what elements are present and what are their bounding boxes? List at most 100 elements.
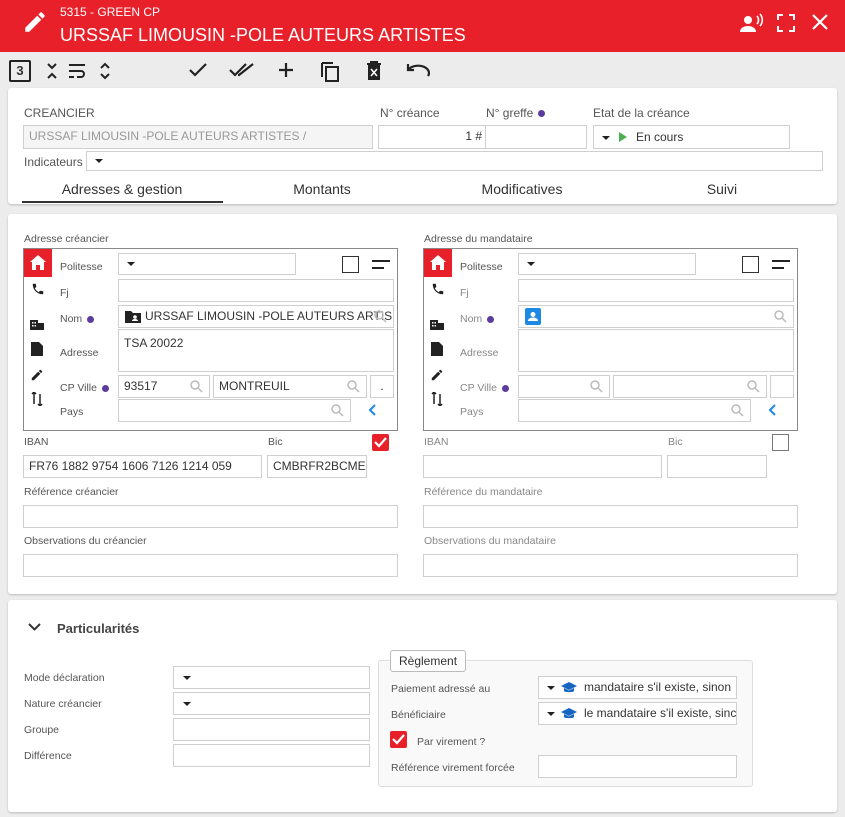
building-icon[interactable]	[430, 317, 444, 330]
bic-field[interactable]	[667, 455, 767, 478]
menu-icon[interactable]	[372, 260, 390, 270]
wrap-text-icon[interactable]	[68, 63, 90, 79]
chevron-down-icon[interactable]	[28, 623, 41, 632]
ref-virement-field[interactable]	[538, 755, 737, 778]
pays-field[interactable]	[118, 399, 351, 422]
check-icon[interactable]	[188, 62, 208, 78]
creancier-field[interactable]: URSSAF LIMOUSIN -POLE AUTEURS ARTISTES /	[23, 125, 373, 149]
checkbox-checked[interactable]	[372, 434, 389, 451]
nom-field[interactable]	[518, 305, 794, 328]
groupe-field[interactable]	[173, 718, 370, 741]
cp-field[interactable]	[518, 375, 610, 398]
cp-field[interactable]: 93517	[118, 375, 210, 398]
search-icon[interactable]	[774, 310, 787, 323]
fullscreen-icon[interactable]	[777, 14, 795, 32]
nom-field[interactable]: URSSAF LIMOUSIN -POLE AUTEURS ARTIS	[118, 305, 394, 328]
user-voice-icon[interactable]	[740, 12, 764, 34]
search-icon[interactable]	[331, 404, 344, 417]
document-icon[interactable]	[431, 342, 443, 356]
nom-label: Nom	[60, 313, 95, 325]
virement-checkbox[interactable]	[390, 731, 407, 748]
paiement-select[interactable]: mandataire s'il existe, sinon	[538, 676, 737, 699]
copy-icon[interactable]	[319, 60, 341, 82]
search-icon[interactable]	[731, 404, 744, 417]
creancier-card: CREANCIER URSSAF LIMOUSIN -POLE AUTEURS …	[8, 88, 837, 204]
num-creance-field[interactable]: 1 #	[378, 125, 488, 149]
adresse-field[interactable]: TSA 20022	[118, 329, 394, 372]
menu-icon[interactable]	[772, 260, 790, 270]
contact-card-icon[interactable]	[525, 308, 541, 325]
search-icon[interactable]	[190, 380, 203, 393]
politesse-select[interactable]	[118, 253, 296, 275]
search-icon[interactable]	[374, 310, 387, 323]
home-tab[interactable]	[424, 249, 452, 277]
add-icon[interactable]	[278, 62, 294, 78]
obs-creancier-field[interactable]	[23, 554, 398, 577]
cedex-field[interactable]	[770, 375, 794, 398]
collapse-all-icon[interactable]	[45, 62, 59, 80]
home-tab[interactable]	[24, 249, 52, 277]
ref-mandataire-field[interactable]	[423, 505, 798, 528]
sort-icon[interactable]	[431, 392, 443, 406]
checkbox[interactable]	[742, 256, 759, 273]
sort-icon[interactable]	[31, 392, 43, 406]
phone-icon[interactable]	[31, 282, 45, 296]
adresse-mandataire-title: Adresse du mandataire	[424, 233, 533, 245]
page-count-button[interactable]: 3	[9, 60, 31, 82]
bic-field[interactable]: CMBRFR2BCME	[267, 455, 367, 478]
edit-icon[interactable]	[22, 9, 48, 35]
nature-creancier-select[interactable]	[173, 692, 370, 715]
chevron-down-icon	[183, 702, 191, 706]
help-icon[interactable]	[101, 384, 109, 392]
tab-modificatives[interactable]: Modificatives	[422, 181, 622, 197]
indicateurs-label: Indicateurs	[24, 155, 83, 169]
delete-icon[interactable]	[365, 60, 383, 82]
help-icon[interactable]	[87, 315, 95, 323]
ref-creancier-field[interactable]	[23, 505, 398, 528]
tab-suivi[interactable]: Suivi	[622, 181, 822, 197]
obs-mandataire-field[interactable]	[423, 554, 798, 577]
difference-field[interactable]	[173, 744, 370, 767]
document-icon[interactable]	[31, 342, 43, 356]
checkbox[interactable]	[772, 434, 789, 451]
iban-field[interactable]: FR76 1882 9754 1606 7126 1214 059	[23, 455, 262, 478]
tab-adresses-gestion[interactable]: Adresses & gestion	[22, 181, 222, 197]
double-check-icon[interactable]	[229, 62, 255, 78]
pencil-icon[interactable]	[430, 368, 444, 382]
chevron-left-icon[interactable]	[368, 404, 376, 416]
beneficiaire-select[interactable]: le mandataire s'il existe, sinc	[538, 702, 737, 725]
etat-select[interactable]: En cours	[593, 125, 790, 149]
mode-declaration-select[interactable]	[173, 666, 370, 689]
phone-icon[interactable]	[431, 282, 445, 296]
fj-field[interactable]	[518, 279, 794, 302]
ville-field[interactable]: MONTREUIL	[213, 375, 367, 398]
fj-label: Fj	[60, 287, 69, 299]
politesse-select[interactable]	[518, 253, 696, 275]
iban-field[interactable]	[423, 455, 662, 478]
chevron-left-icon[interactable]	[768, 404, 776, 416]
bic-label: Bic	[668, 436, 683, 448]
search-icon[interactable]	[347, 380, 360, 393]
search-icon[interactable]	[747, 380, 760, 393]
help-icon[interactable]	[501, 384, 509, 392]
help-icon[interactable]	[487, 315, 495, 323]
ville-field[interactable]	[613, 375, 767, 398]
close-icon[interactable]	[812, 14, 828, 30]
adresse-field[interactable]	[518, 329, 794, 372]
num-creance-label: N° créance	[380, 106, 440, 120]
building-icon[interactable]	[30, 317, 44, 330]
undo-icon[interactable]	[406, 62, 430, 78]
search-icon[interactable]	[590, 380, 603, 393]
cp-value: 93517	[124, 379, 158, 393]
particularites-title[interactable]: Particularités	[57, 621, 139, 636]
pays-field[interactable]	[518, 399, 751, 422]
fj-field[interactable]	[118, 279, 394, 302]
tab-montants[interactable]: Montants	[222, 181, 422, 197]
pencil-icon[interactable]	[30, 368, 44, 382]
help-icon[interactable]	[538, 110, 546, 118]
expand-all-icon[interactable]	[98, 62, 112, 80]
cedex-field[interactable]: .	[370, 375, 394, 398]
num-greffe-field[interactable]	[485, 125, 587, 149]
checkbox[interactable]	[342, 256, 359, 273]
indicateurs-select[interactable]	[86, 151, 823, 171]
